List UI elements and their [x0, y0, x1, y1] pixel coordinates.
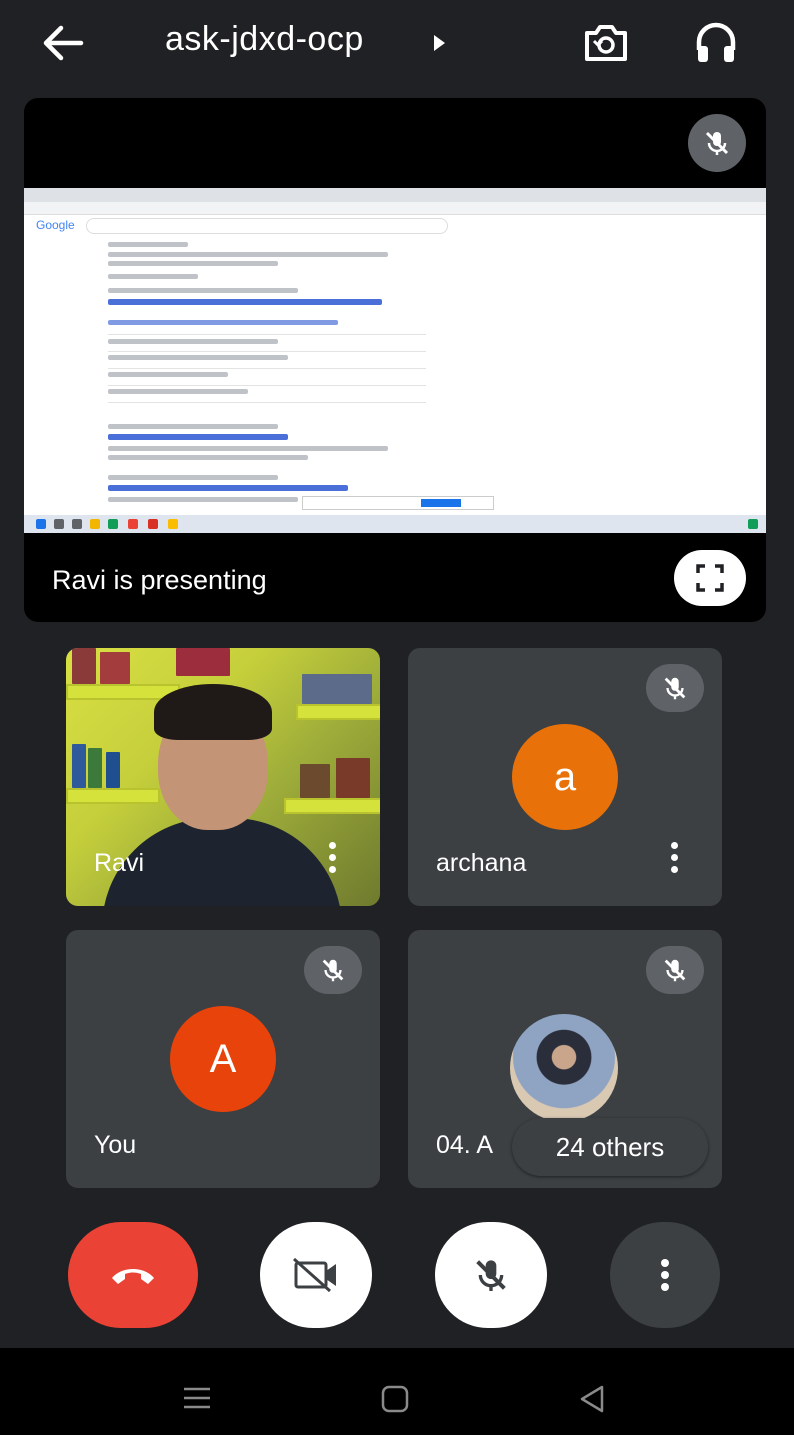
mic-off-icon	[646, 664, 704, 712]
back-arrow-icon[interactable]	[38, 18, 88, 68]
others-count-chip[interactable]: 24 others	[512, 1118, 708, 1176]
system-nav-bar	[0, 1348, 794, 1435]
presentation-area[interactable]: Google Ravi is presenting	[24, 98, 766, 622]
participant-name: 04. A	[436, 1131, 493, 1159]
windows-taskbar	[24, 515, 766, 533]
browser-search-box	[86, 218, 448, 234]
mic-off-icon	[646, 946, 704, 994]
more-vert-icon[interactable]	[668, 842, 680, 878]
end-call-button[interactable]	[68, 1222, 198, 1328]
avatar: A	[170, 1006, 276, 1112]
shared-screen: Google	[24, 188, 766, 533]
participant-name: archana	[436, 849, 527, 877]
participant-name: You	[94, 1131, 137, 1159]
participant-tile-you[interactable]: A You	[66, 930, 380, 1188]
mic-off-button[interactable]	[435, 1222, 547, 1328]
avatar: a	[512, 724, 618, 830]
more-options-button[interactable]	[610, 1222, 720, 1328]
back-triangle-icon[interactable]	[578, 1384, 606, 1414]
end-call-icon	[112, 1269, 154, 1284]
mic-off-icon	[304, 946, 362, 994]
switch-camera-icon[interactable]	[578, 18, 634, 68]
meeting-code[interactable]: ask-jdxd-ocp	[165, 20, 364, 59]
camera-off-button[interactable]	[260, 1222, 372, 1328]
google-logo: Google	[36, 218, 75, 232]
more-vert-icon	[661, 1259, 669, 1291]
avatar-photo	[510, 1014, 618, 1122]
caret-right-icon[interactable]	[432, 34, 446, 57]
browser-address-bar	[24, 202, 766, 215]
camera-off-icon	[293, 1257, 336, 1293]
sharing-banner	[302, 496, 494, 510]
mic-off-icon	[476, 1260, 506, 1291]
mic-off-icon	[688, 114, 746, 172]
recents-icon[interactable]	[182, 1386, 212, 1410]
participant-tile-archana[interactable]: a archana	[408, 648, 722, 906]
browser-tabs	[24, 188, 766, 202]
headphones-icon[interactable]	[690, 18, 742, 68]
more-vert-icon[interactable]	[326, 842, 338, 878]
fullscreen-icon[interactable]	[674, 550, 746, 606]
presenter-label: Ravi is presenting	[52, 565, 267, 595]
top-bar: ask-jdxd-ocp	[0, 0, 794, 90]
participant-tile-ravi[interactable]: Ravi	[66, 648, 380, 906]
home-icon[interactable]	[380, 1384, 410, 1414]
participant-name: Ravi	[94, 849, 145, 877]
